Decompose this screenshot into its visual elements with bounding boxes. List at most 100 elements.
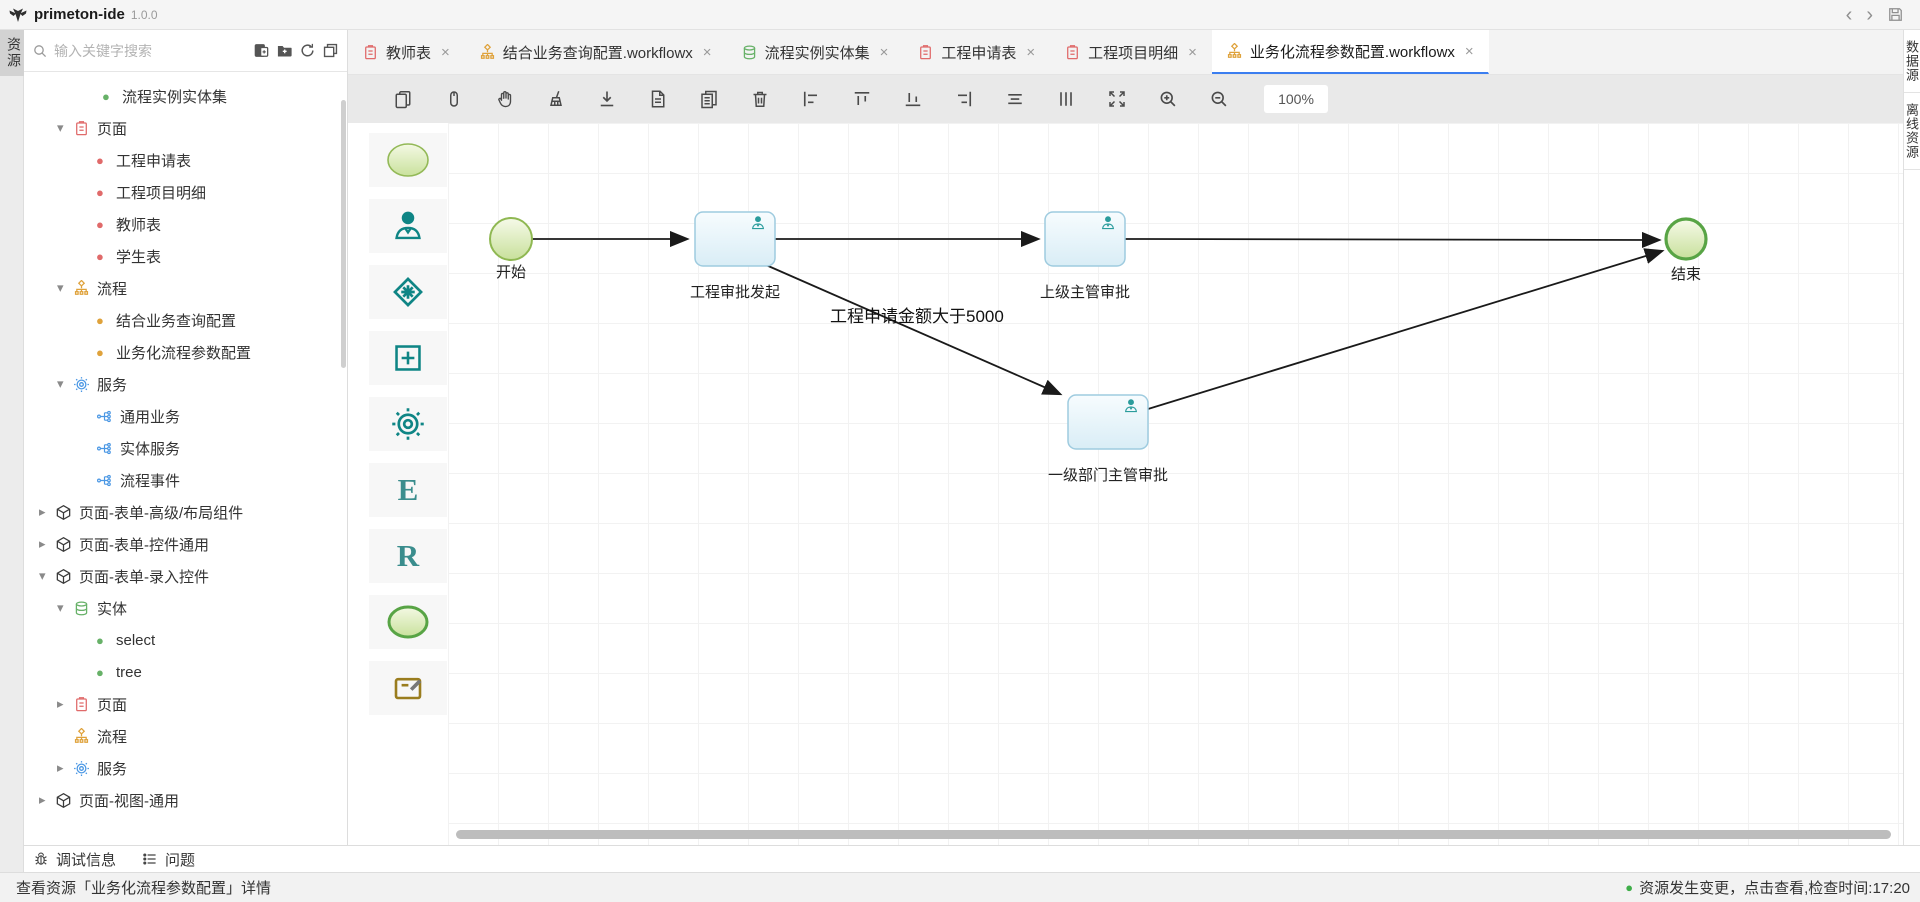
close-icon[interactable]: ×: [703, 44, 712, 61]
close-icon[interactable]: ×: [441, 44, 450, 61]
refresh-icon[interactable]: [299, 42, 316, 59]
palette-service-task[interactable]: [369, 397, 447, 451]
close-icon[interactable]: ×: [1026, 44, 1035, 61]
problems-tab[interactable]: 问题: [142, 849, 195, 870]
delete-trash-icon[interactable]: [750, 89, 770, 109]
debug-info-tab[interactable]: 调试信息: [33, 849, 116, 870]
duplicate-icon[interactable]: [393, 89, 413, 109]
workflow-canvas[interactable]: 工程申请金额大于5000 开始 工程审批发起 上级主管审批 一级部门主管审批 结…: [448, 123, 1903, 845]
close-icon[interactable]: ×: [1465, 43, 1474, 60]
new-folder-icon[interactable]: [276, 42, 293, 59]
caret-down-icon[interactable]: ▾: [57, 280, 73, 296]
tree-label: select: [116, 632, 155, 649]
horizontal-scrollbar[interactable]: [456, 830, 1891, 839]
tab-project-apply-form[interactable]: 工程申请表×: [903, 30, 1050, 74]
pointer-mode-icon[interactable]: [444, 89, 464, 109]
tab-process-instance-entity[interactable]: 流程实例实体集×: [727, 30, 904, 74]
tree-item[interactable]: ●工程项目明细: [24, 176, 347, 208]
caret-right-icon[interactable]: ▸: [57, 760, 73, 776]
tree-item[interactable]: ▾服务: [24, 368, 347, 400]
distribute-vertical-icon[interactable]: [1056, 89, 1076, 109]
tree-item[interactable]: 流程事件: [24, 464, 347, 496]
tree-item[interactable]: 通用业务: [24, 400, 347, 432]
node-user-task-1[interactable]: 工程审批发起: [690, 212, 780, 301]
tab-business-process-params-workflow[interactable]: 业务化流程参数配置.workflowx×: [1212, 30, 1489, 74]
tree-item[interactable]: ▸页面-视图-通用: [24, 784, 347, 816]
palette-resource-r[interactable]: R: [369, 529, 447, 583]
rail-tab-resources[interactable]: 资源: [0, 30, 24, 76]
edge-task3-end[interactable]: [1148, 251, 1662, 409]
tree-label: 学生表: [116, 246, 161, 267]
caret-down-icon[interactable]: ▾: [57, 120, 73, 136]
align-bottom-icon[interactable]: [903, 89, 923, 109]
caret-right-icon[interactable]: ▸: [39, 504, 55, 520]
tab-teacher-table[interactable]: 教师表×: [348, 30, 465, 74]
tree-item[interactable]: ●教师表: [24, 208, 347, 240]
nav-back-icon[interactable]: ‹: [1846, 5, 1853, 25]
tree-item[interactable]: ●业务化流程参数配置: [24, 336, 347, 368]
tree-item[interactable]: ▾页面: [24, 112, 347, 144]
zoom-level-input[interactable]: [1264, 85, 1328, 113]
palette-annotation[interactable]: [369, 661, 447, 715]
tree-item[interactable]: ▸页面-表单-控件通用: [24, 528, 347, 560]
align-center-icon[interactable]: [1005, 89, 1025, 109]
tab-project-detail[interactable]: 工程项目明细×: [1050, 30, 1212, 74]
node-end-event[interactable]: [1666, 219, 1706, 259]
caret-right-icon[interactable]: ▸: [57, 696, 73, 712]
pan-hand-icon[interactable]: [495, 89, 515, 109]
rail-tab-datasource[interactable]: 数据源: [1904, 30, 1920, 93]
node-start-event[interactable]: [490, 218, 532, 260]
palette-end-event[interactable]: [369, 595, 447, 649]
edge-condition-label[interactable]: 工程申请金额大于5000: [830, 307, 1004, 326]
tree-item[interactable]: 流程: [24, 720, 347, 752]
zoom-out-icon[interactable]: [1209, 89, 1229, 109]
edge-task2-end[interactable]: [1125, 239, 1659, 240]
copy-document-icon[interactable]: [699, 89, 719, 109]
caret-right-icon[interactable]: ▸: [39, 536, 55, 552]
tree-item[interactable]: ▸服务: [24, 752, 347, 784]
edge-task1-task3[interactable]: [766, 265, 1060, 394]
node-user-task-2[interactable]: 上级主管审批: [1040, 212, 1130, 301]
align-top-icon[interactable]: [852, 89, 872, 109]
tree-item[interactable]: 实体服务: [24, 432, 347, 464]
tree-item[interactable]: ▾页面-表单-录入控件: [24, 560, 347, 592]
tree-item[interactable]: ●流程实例实体集: [24, 80, 347, 112]
palette-user-task[interactable]: [369, 199, 447, 253]
clear-broom-icon[interactable]: [546, 89, 566, 109]
tree-item[interactable]: ●tree: [24, 656, 347, 688]
tree-item[interactable]: ●学生表: [24, 240, 347, 272]
nav-forward-icon[interactable]: ›: [1866, 5, 1873, 25]
palette-subprocess[interactable]: [369, 331, 447, 385]
tree-item[interactable]: ●结合业务查询配置: [24, 304, 347, 336]
align-left-icon[interactable]: [801, 89, 821, 109]
palette-entity-e[interactable]: E: [369, 463, 447, 517]
tree-item[interactable]: ●select: [24, 624, 347, 656]
tree-scrollbar[interactable]: [341, 100, 346, 368]
close-icon[interactable]: ×: [880, 44, 889, 61]
tree-item[interactable]: ▸页面-表单-高级/布局组件: [24, 496, 347, 528]
tree-item[interactable]: ▸页面: [24, 688, 347, 720]
caret-down-icon[interactable]: ▾: [57, 376, 73, 392]
status-change-notice[interactable]: ● 资源发生变更，点击查看,检查时间:17:20: [1625, 877, 1910, 898]
collapse-all-icon[interactable]: [322, 42, 339, 59]
import-board-icon[interactable]: [253, 42, 270, 59]
rail-tab-offline-resources[interactable]: 离线资源: [1904, 93, 1920, 170]
tree-item[interactable]: ▾流程: [24, 272, 347, 304]
zoom-in-icon[interactable]: [1158, 89, 1178, 109]
tab-combined-query-workflow[interactable]: 结合业务查询配置.workflowx×: [465, 30, 727, 74]
save-icon[interactable]: [1887, 6, 1904, 23]
palette-start-event[interactable]: [369, 133, 447, 187]
caret-down-icon[interactable]: ▾: [39, 568, 55, 584]
close-icon[interactable]: ×: [1188, 44, 1197, 61]
palette-gateway[interactable]: [369, 265, 447, 319]
fit-screen-icon[interactable]: [1107, 89, 1127, 109]
caret-right-icon[interactable]: ▸: [39, 792, 55, 808]
document-icon[interactable]: [648, 89, 668, 109]
export-download-icon[interactable]: [597, 89, 617, 109]
tree-item[interactable]: ●工程申请表: [24, 144, 347, 176]
tree-item[interactable]: ▾实体: [24, 592, 347, 624]
search-input[interactable]: [54, 43, 247, 59]
caret-down-icon[interactable]: ▾: [57, 600, 73, 616]
status-resource-detail[interactable]: 查看资源「业务化流程参数配置」详情: [16, 877, 271, 898]
align-right-icon[interactable]: [954, 89, 974, 109]
